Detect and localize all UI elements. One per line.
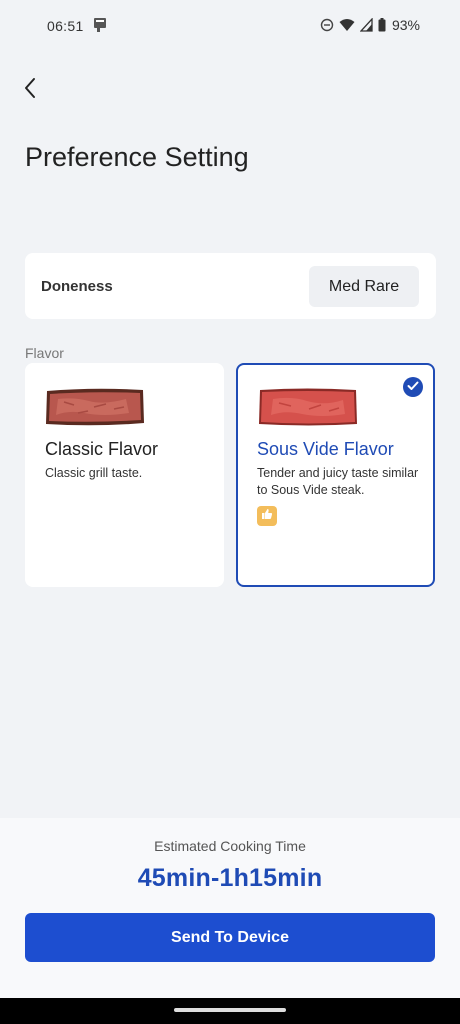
flavor-title: Sous Vide Flavor <box>257 439 394 459</box>
flavor-option-classic[interactable]: Classic Flavor Classic grill taste. <box>25 363 224 587</box>
battery-level: 93% <box>391 17 420 33</box>
back-arrow-icon <box>23 77 37 104</box>
flavor-title: Classic Flavor <box>45 439 159 459</box>
check-icon <box>407 378 419 396</box>
estimated-time-label: Estimated Cooking Time <box>154 838 306 854</box>
steak-image <box>259 388 357 426</box>
selected-check-badge <box>403 377 423 397</box>
doneness-card: Doneness Med Rare <box>25 253 436 319</box>
status-icons: 93% <box>320 17 420 33</box>
home-gesture-handle[interactable] <box>174 1008 286 1012</box>
recommended-badge <box>257 506 277 526</box>
send-to-device-button[interactable]: Send To Device <box>25 913 435 962</box>
dnd-icon <box>320 18 334 32</box>
thumbs-up-icon <box>261 507 273 525</box>
doneness-label: Doneness <box>41 278 113 295</box>
steak-image <box>46 388 144 426</box>
status-time: 06:51 <box>47 18 84 34</box>
system-nav-bar <box>0 998 460 1024</box>
estimated-time-value: 45min-1h15min <box>137 864 323 892</box>
flavor-option-sous-vide[interactable]: Sous Vide Flavor Tender and juicy taste … <box>236 363 435 587</box>
doneness-selector[interactable]: Med Rare <box>309 266 419 307</box>
flavor-description: Classic grill taste. <box>45 466 143 480</box>
flavor-section-label: Flavor <box>25 345 64 361</box>
back-button[interactable] <box>14 74 46 106</box>
signal-icon <box>359 18 373 32</box>
flavor-description: Tender and juicy taste similar to Sous V… <box>257 466 419 497</box>
notification-icon <box>93 17 107 33</box>
wifi-icon <box>339 18 355 32</box>
battery-icon <box>378 18 386 32</box>
bottom-panel: Estimated Cooking Time 45min-1h15min Sen… <box>0 818 460 998</box>
status-bar: 06:51 93% <box>0 0 460 52</box>
page-title: Preference Setting <box>25 142 249 172</box>
